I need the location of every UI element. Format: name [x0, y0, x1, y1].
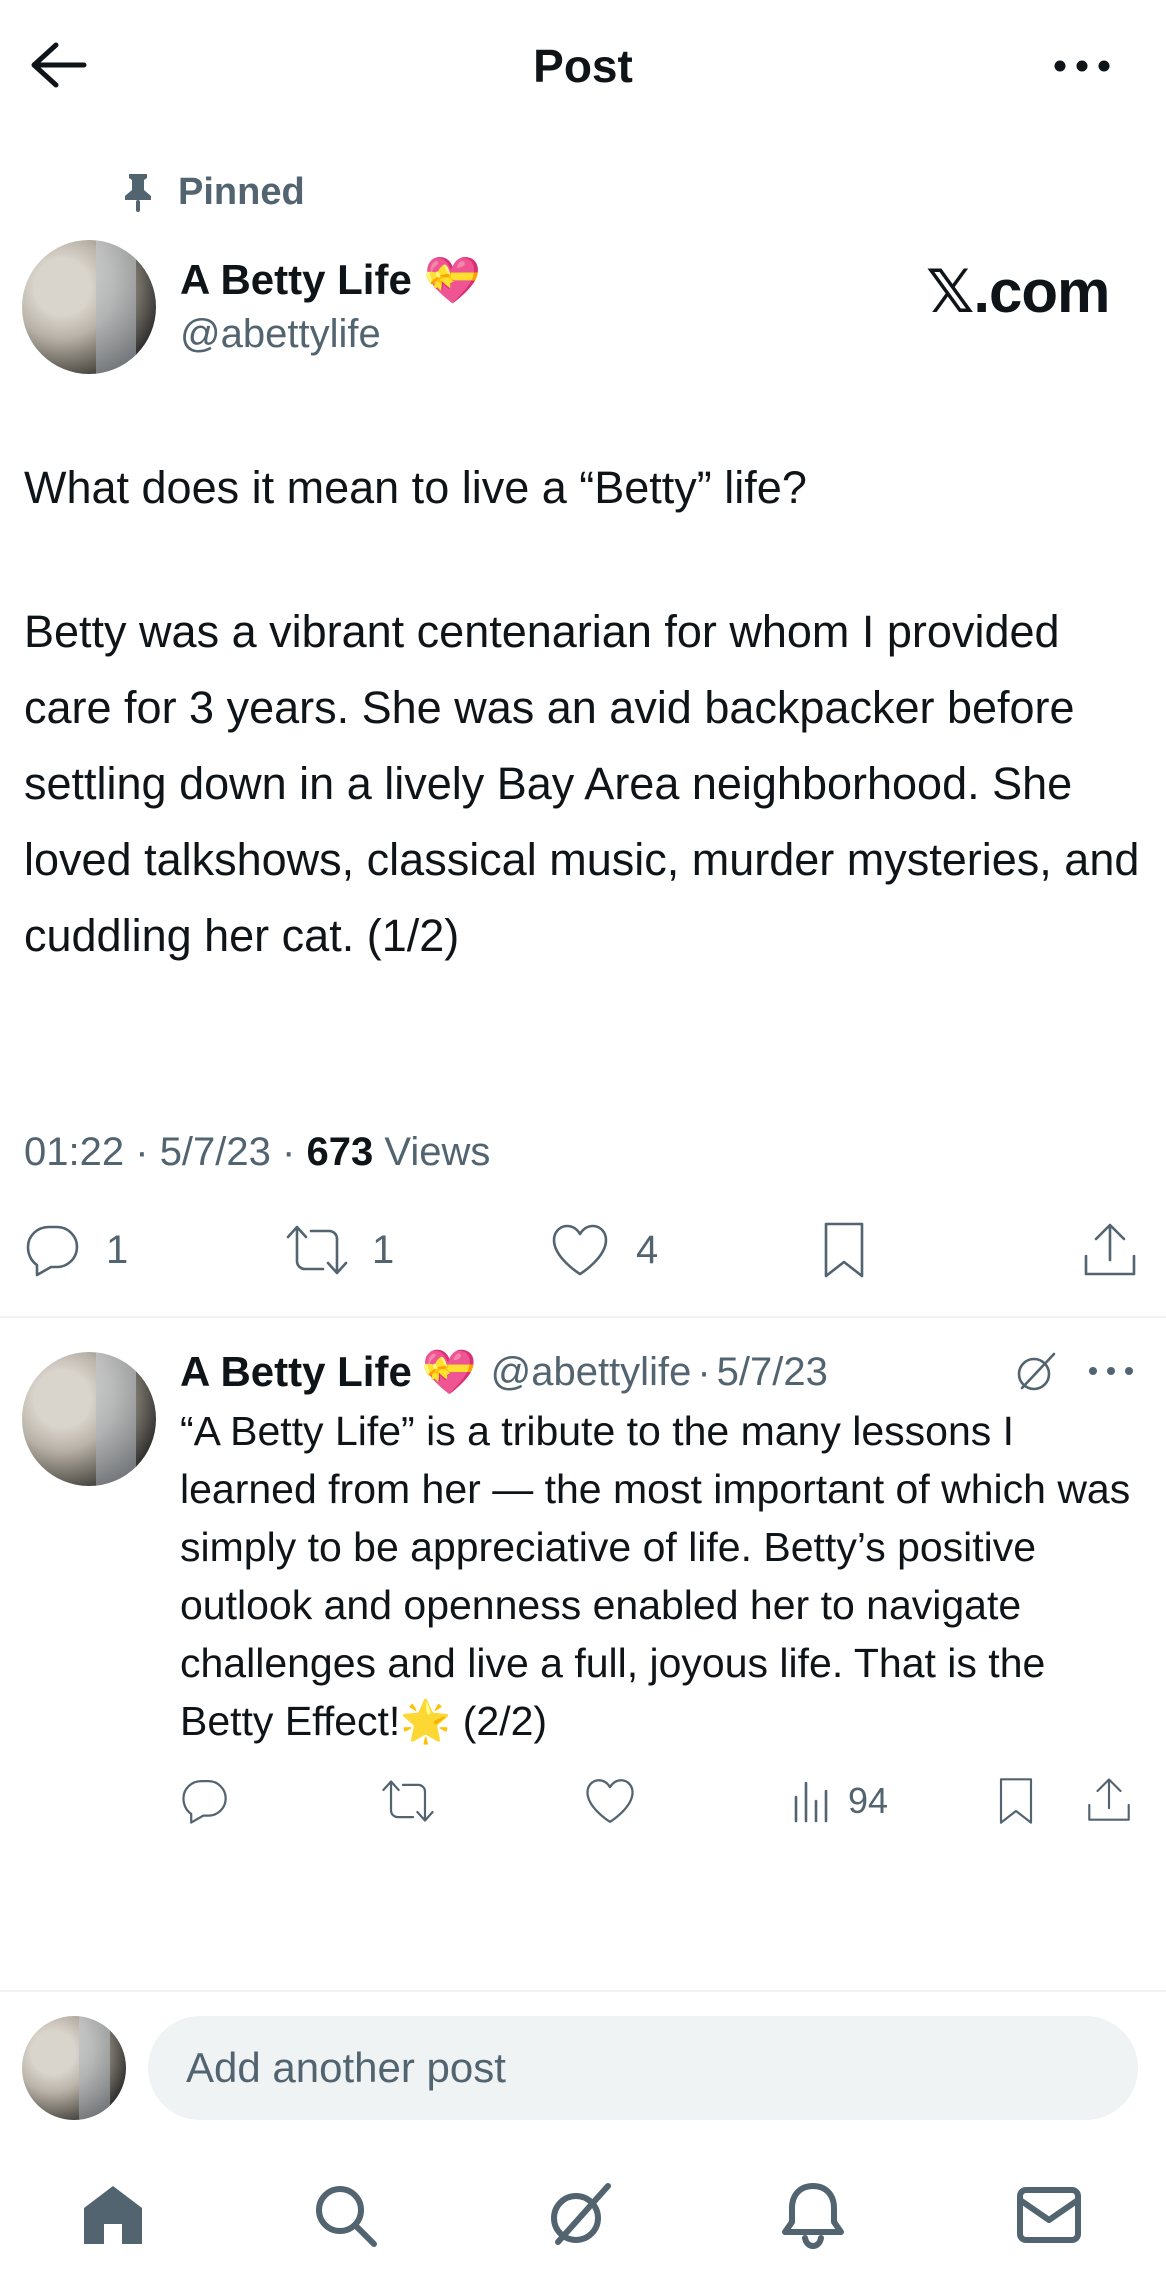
- views-label[interactable]: Views: [384, 1130, 490, 1174]
- more-icon: [1089, 1367, 1133, 1375]
- author-avatar[interactable]: [22, 240, 156, 374]
- pinned-label: Pinned: [178, 170, 305, 213]
- reply-more-button[interactable]: [1086, 1360, 1136, 1382]
- reply-icon: [26, 1225, 79, 1277]
- grok-icon: [551, 2183, 611, 2245]
- reply-author-handle[interactable]: @abettylife: [491, 1350, 692, 1395]
- bookmark-action[interactable]: [820, 1220, 868, 1280]
- views-count[interactable]: 673: [306, 1130, 373, 1174]
- post-meta: 01:22 · 5/7/23 · 673 Views: [24, 1122, 490, 1182]
- nav-notifications[interactable]: [780, 2180, 846, 2250]
- like-icon: [552, 1224, 608, 1276]
- nav-grok[interactable]: [544, 2178, 616, 2250]
- like-count: 4: [636, 1227, 659, 1272]
- repost-icon: [286, 1225, 348, 1275]
- meta-dot: ·: [282, 1130, 296, 1174]
- x-watermark: 𝕏.com: [926, 258, 1110, 325]
- more-icon: [1054, 60, 1110, 72]
- search-icon: [316, 2186, 377, 2247]
- divider: [0, 1316, 1166, 1318]
- bookmark-icon: [999, 1778, 1033, 1824]
- grok-icon: [1017, 1352, 1056, 1391]
- reply-author-avatar[interactable]: [22, 1352, 156, 1486]
- reply-views-action[interactable]: 94: [790, 1776, 888, 1826]
- notifications-icon: [782, 2183, 844, 2250]
- share-icon: [1084, 1223, 1136, 1276]
- post-time[interactable]: 01:22: [24, 1130, 124, 1174]
- add-post-placeholder: Add another post: [186, 2044, 506, 2091]
- messages-icon: [1017, 2187, 1081, 2243]
- like-action[interactable]: 4: [550, 1220, 658, 1280]
- bookmark-icon: [824, 1222, 864, 1278]
- grok-button[interactable]: [1012, 1348, 1060, 1396]
- repost-action[interactable]: 1: [284, 1220, 394, 1280]
- reply-count: 1: [106, 1227, 129, 1272]
- author-display-name[interactable]: A Betty Life: [180, 256, 412, 304]
- reply-bookmark-action[interactable]: [996, 1776, 1036, 1826]
- post-text-body: Betty was a vibrant centenarian for whom…: [24, 606, 1140, 961]
- post-date[interactable]: 5/7/23: [160, 1130, 271, 1174]
- composer-avatar[interactable]: [22, 2016, 126, 2120]
- reply-repost-action[interactable]: [380, 1776, 436, 1826]
- page-title: Post: [533, 40, 633, 92]
- post-text-line1: What does it mean to live a “Betty” life…: [24, 462, 807, 513]
- meta-dot: ·: [697, 1349, 711, 1394]
- heart-emoji: 💝: [421, 1347, 477, 1398]
- share-icon: [1088, 1778, 1130, 1821]
- reply-like-action[interactable]: [584, 1776, 636, 1826]
- like-icon: [586, 1779, 634, 1823]
- nav-messages[interactable]: [1016, 2186, 1082, 2244]
- add-post-input[interactable]: Add another post: [148, 2016, 1138, 2120]
- reply-share-action[interactable]: [1086, 1774, 1132, 1826]
- author-handle[interactable]: @abettylife: [180, 308, 381, 360]
- reply-reply-action[interactable]: [180, 1776, 230, 1826]
- divider: [0, 1990, 1166, 1992]
- pin-icon: [125, 174, 151, 212]
- repost-icon: [382, 1780, 434, 1822]
- nav-search[interactable]: [312, 2182, 378, 2248]
- reply-date[interactable]: 5/7/23: [717, 1350, 828, 1395]
- reply-views-count: 94: [848, 1780, 889, 1821]
- author-name-row[interactable]: A Betty Life 💝: [180, 252, 481, 308]
- reply-action[interactable]: 1: [24, 1220, 128, 1280]
- reply-icon: [182, 1780, 227, 1824]
- share-action[interactable]: [1082, 1220, 1138, 1280]
- reply-text: “A Betty Life” is a tribute to the many …: [180, 1408, 1131, 1744]
- home-icon: [84, 2186, 142, 2244]
- pinned-indicator: Pinned: [120, 170, 305, 214]
- repost-count: 1: [372, 1227, 395, 1272]
- reply-author-name[interactable]: A Betty Life: [180, 1348, 412, 1396]
- reply-header: A Betty Life 💝 @abettylife · 5/7/23: [180, 1344, 828, 1400]
- analytics-icon: [794, 1781, 828, 1823]
- meta-dot: ·: [135, 1130, 149, 1174]
- nav-home[interactable]: [80, 2182, 146, 2248]
- heart-emoji: 💝: [423, 252, 482, 307]
- more-button[interactable]: [1052, 52, 1112, 80]
